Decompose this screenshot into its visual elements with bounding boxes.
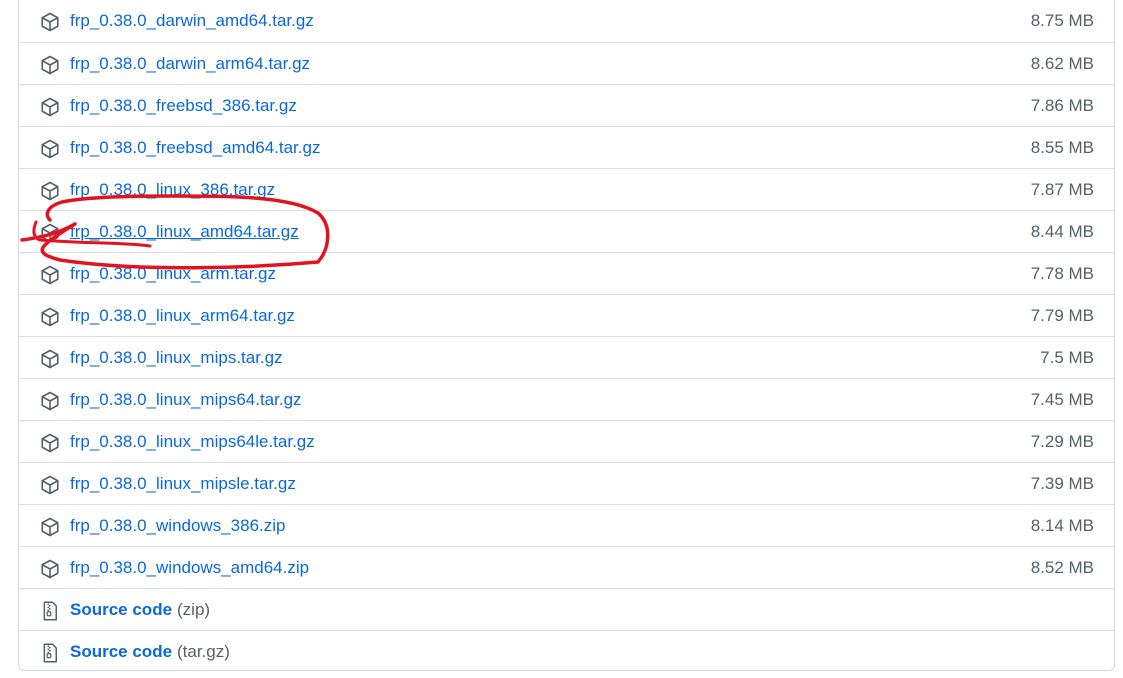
asset-size: 8.55 MB: [1030, 138, 1094, 157]
asset-row: frp_0.38.0_linux_arm64.tar.gz 7.79 MB: [19, 294, 1114, 336]
package-icon: [40, 433, 60, 453]
asset-download-link[interactable]: frp_0.38.0_freebsd_386.tar.gz: [70, 96, 297, 116]
asset-download-link[interactable]: frp_0.38.0_linux_mips.tar.gz: [70, 348, 283, 368]
source-code-row: Source code (zip): [19, 588, 1114, 630]
asset-row: frp_0.38.0_windows_386.zip 8.14 MB: [19, 504, 1114, 546]
asset-download-link[interactable]: frp_0.38.0_windows_386.zip: [70, 516, 285, 536]
asset-size: 7.45 MB: [1030, 390, 1094, 409]
package-icon: [40, 391, 60, 411]
asset-download-link[interactable]: frp_0.38.0_linux_mipsle.tar.gz: [70, 474, 296, 494]
asset-download-link[interactable]: frp_0.38.0_windows_amd64.zip: [70, 558, 309, 578]
asset-download-link[interactable]: frp_0.38.0_freebsd_amd64.tar.gz: [70, 138, 320, 158]
asset-row: frp_0.38.0_linux_mipsle.tar.gz 7.39 MB: [19, 462, 1114, 504]
asset-download-link[interactable]: frp_0.38.0_linux_arm64.tar.gz: [70, 306, 295, 326]
asset-size: 7.5 MB: [1040, 348, 1094, 367]
package-icon: [40, 265, 60, 285]
asset-row: frp_0.38.0_linux_mips.tar.gz 7.5 MB: [19, 336, 1114, 378]
package-icon: [40, 349, 60, 369]
package-icon: [40, 559, 60, 579]
asset-download-link[interactable]: frp_0.38.0_darwin_arm64.tar.gz: [70, 54, 310, 74]
asset-row: frp_0.38.0_darwin_arm64.tar.gz 8.62 MB: [19, 42, 1114, 84]
asset-size: 7.87 MB: [1030, 180, 1094, 199]
asset-size: 8.62 MB: [1030, 54, 1094, 73]
source-code-row: Source code (tar.gz): [19, 630, 1114, 672]
asset-row: frp_0.38.0_linux_386.tar.gz 7.87 MB: [19, 168, 1114, 210]
source-code-format: (zip): [177, 600, 211, 619]
asset-size: 8.44 MB: [1030, 222, 1094, 241]
package-icon: [40, 12, 60, 32]
asset-size: 7.79 MB: [1030, 306, 1094, 325]
file-zip-icon: [40, 601, 60, 621]
asset-size: 7.39 MB: [1030, 474, 1094, 493]
package-icon: [40, 517, 60, 537]
package-icon: [40, 475, 60, 495]
asset-row: frp_0.38.0_linux_mips64.tar.gz 7.45 MB: [19, 378, 1114, 420]
asset-download-link[interactable]: frp_0.38.0_linux_amd64.tar.gz: [70, 222, 299, 242]
asset-row: frp_0.38.0_linux_mips64le.tar.gz 7.29 MB: [19, 420, 1114, 462]
package-icon: [40, 55, 60, 75]
source-code-targz-link[interactable]: Source code: [70, 642, 172, 662]
asset-row: frp_0.38.0_windows_amd64.zip 8.52 MB: [19, 546, 1114, 588]
package-icon: [40, 181, 60, 201]
asset-size: 7.86 MB: [1030, 96, 1094, 115]
asset-download-link[interactable]: frp_0.38.0_darwin_amd64.tar.gz: [70, 11, 314, 31]
asset-size: 8.52 MB: [1030, 558, 1094, 577]
source-code-format: (tar.gz): [177, 642, 230, 661]
asset-download-link[interactable]: frp_0.38.0_linux_mips64.tar.gz: [70, 390, 302, 410]
asset-row-highlighted: frp_0.38.0_linux_amd64.tar.gz 8.44 MB: [19, 210, 1114, 252]
file-zip-icon: [40, 643, 60, 663]
package-icon: [40, 97, 60, 117]
package-icon: [40, 307, 60, 327]
asset-row: frp_0.38.0_freebsd_amd64.tar.gz 8.55 MB: [19, 126, 1114, 168]
package-icon: [40, 223, 60, 243]
asset-row: frp_0.38.0_darwin_amd64.tar.gz 8.75 MB: [19, 0, 1114, 42]
asset-size: 8.75 MB: [1030, 11, 1094, 30]
asset-row: frp_0.38.0_linux_arm.tar.gz 7.78 MB: [19, 252, 1114, 294]
release-assets-list: frp_0.38.0_darwin_amd64.tar.gz 8.75 MB f…: [18, 0, 1115, 671]
asset-size: 7.78 MB: [1030, 264, 1094, 283]
asset-size: 7.29 MB: [1030, 432, 1094, 451]
asset-download-link[interactable]: frp_0.38.0_linux_mips64le.tar.gz: [70, 432, 315, 452]
source-code-zip-link[interactable]: Source code: [70, 600, 172, 620]
asset-size: 8.14 MB: [1030, 516, 1094, 535]
asset-download-link[interactable]: frp_0.38.0_linux_arm.tar.gz: [70, 264, 276, 284]
asset-download-link[interactable]: frp_0.38.0_linux_386.tar.gz: [70, 180, 275, 200]
asset-row: frp_0.38.0_freebsd_386.tar.gz 7.86 MB: [19, 84, 1114, 126]
package-icon: [40, 139, 60, 159]
